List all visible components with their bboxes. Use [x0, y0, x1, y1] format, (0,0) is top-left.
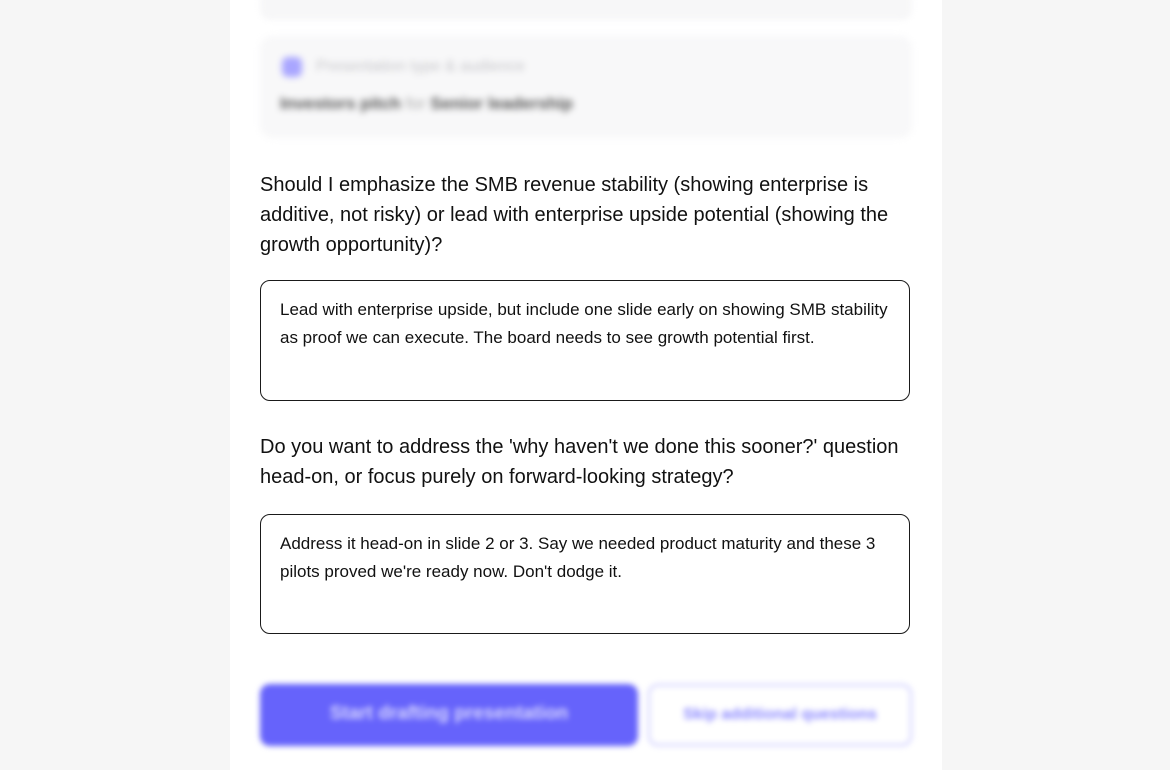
presentation-type-summary: Presentation type & audience Investors p…: [260, 36, 912, 138]
check-icon: [282, 57, 302, 77]
summary-value: Investors pitch for Senior leadership: [280, 94, 573, 114]
summary-connector: for: [405, 94, 426, 113]
presentation-type-value: Investors pitch: [280, 94, 401, 113]
start-drafting-label: Start drafting presentation: [329, 703, 569, 724]
answer-1-input[interactable]: Lead with enterprise upside, but include…: [260, 280, 910, 401]
question-2: Do you want to address the 'why haven't …: [260, 436, 899, 488]
previous-answer-summary: [260, 0, 912, 20]
skip-questions-label: Skip additional questions: [683, 706, 877, 723]
answer-2-input[interactable]: Address it head-on in slide 2 or 3. Say …: [260, 514, 910, 634]
skip-questions-button[interactable]: Skip additional questions: [648, 684, 912, 746]
start-drafting-button[interactable]: Start drafting presentation: [260, 684, 638, 746]
page: Presentation type & audience Investors p…: [0, 0, 1170, 770]
question-1: Should I emphasize the SMB revenue stabi…: [260, 174, 889, 256]
summary-label: Presentation type & audience: [316, 58, 526, 75]
answer-2-text: Address it head-on in slide 2 or 3. Say …: [280, 534, 876, 581]
audience-value: Senior leadership: [430, 94, 573, 113]
questionnaire-card: Presentation type & audience Investors p…: [230, 0, 942, 770]
answer-1-text: Lead with enterprise upside, but include…: [280, 300, 888, 347]
